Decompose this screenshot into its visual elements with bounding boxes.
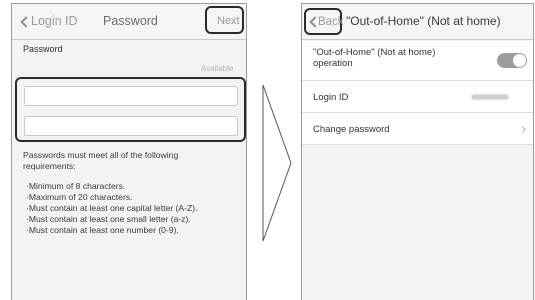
next-button[interactable]: Next — [205, 6, 244, 34]
navigation-bar: Back "Out-of-Home" (Not at home) — [302, 4, 533, 40]
requirements-intro: Passwords must meet all of the following… — [23, 150, 179, 171]
toggle-knob — [513, 54, 526, 67]
availability-status: Available — [201, 64, 234, 73]
password-confirm-input[interactable] — [24, 116, 238, 136]
password-input[interactable] — [24, 86, 238, 106]
login-id-value — [472, 95, 508, 99]
out-of-home-toggle[interactable] — [497, 53, 527, 68]
requirement-item: ·Minimum of 8 characters. — [26, 181, 126, 191]
password-screen: Login ID Password Next Password Availabl… — [11, 3, 247, 300]
login-id-row[interactable]: Login ID — [302, 81, 533, 113]
password-label: Password — [23, 44, 63, 54]
back-button[interactable]: Back — [304, 8, 344, 35]
requirement-item: ·Must contain at least one number (0-9). — [26, 225, 179, 235]
out-of-home-settings-screen: Back "Out-of-Home" (Not at home) "Out-of… — [301, 3, 534, 300]
requirement-item: ·Maximum of 20 characters. — [26, 192, 133, 202]
login-id-label: Login ID — [313, 92, 349, 103]
out-of-home-toggle-row: "Out-of-Home" (Not at home) operation — [302, 41, 533, 81]
back-button[interactable]: Login ID — [18, 12, 98, 32]
screen-title: "Out-of-Home" (Not at home) — [346, 14, 501, 28]
right-arrow-icon — [262, 84, 292, 242]
change-password-row[interactable]: Change password — [302, 113, 533, 145]
next-label: Next — [217, 15, 240, 27]
chevron-left-icon — [20, 16, 32, 28]
back-label: Back — [318, 16, 344, 28]
back-label: Login ID — [31, 14, 78, 28]
requirement-item: ·Must contain at least one capital lette… — [26, 203, 198, 213]
chevron-right-icon — [518, 125, 527, 134]
requirement-item: ·Must contain at least one small letter … — [26, 214, 191, 224]
navigation-bar: Login ID Password Next — [12, 4, 246, 40]
screen-title: Password — [103, 14, 158, 28]
change-password-label: Change password — [313, 124, 390, 135]
out-of-home-label: "Out-of-Home" (Not at home) operation — [313, 47, 436, 69]
